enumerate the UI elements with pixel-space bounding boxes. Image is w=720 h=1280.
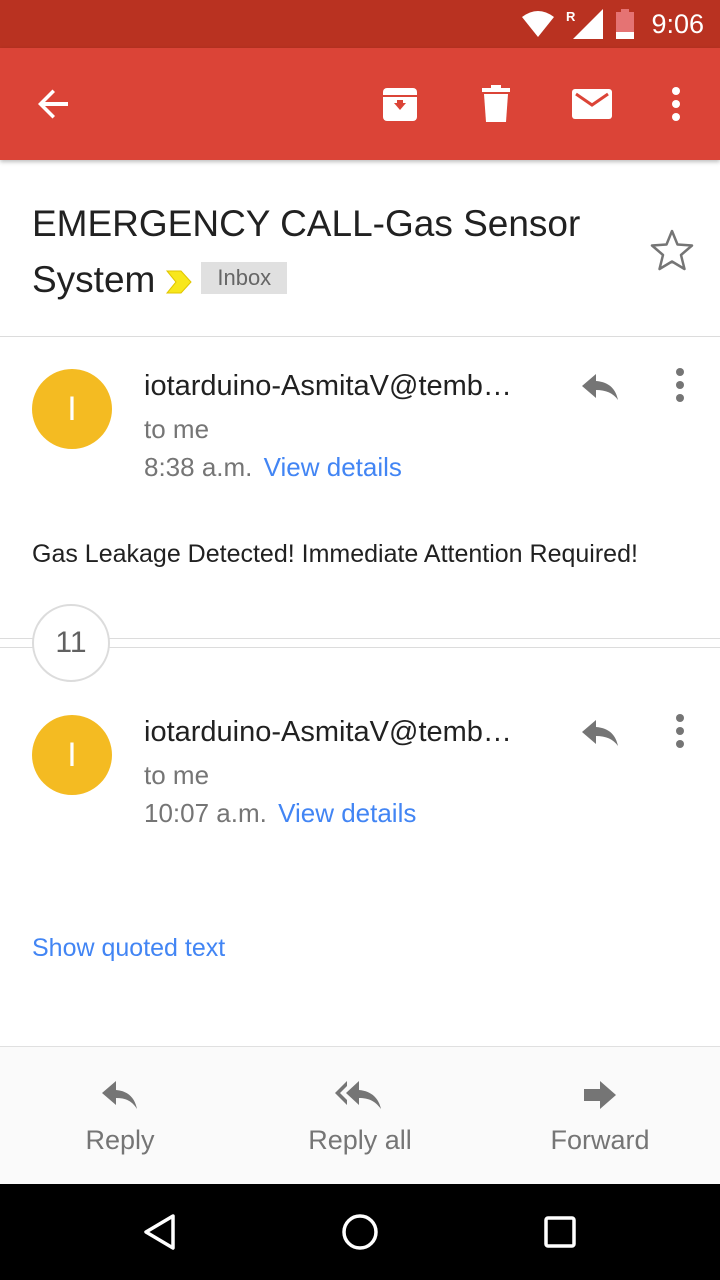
reply-all-icon (335, 1081, 381, 1109)
message-time: 10:07 a.m. (144, 798, 267, 828)
home-circle-icon (342, 1214, 378, 1250)
show-quoted-text-link[interactable]: Show quoted text (32, 934, 225, 963)
message-meta: 10:07 a.m. View details (144, 798, 416, 829)
sender-avatar[interactable]: I (32, 715, 112, 795)
nav-home-button[interactable] (332, 1204, 388, 1260)
reply-all-label: Reply all (308, 1125, 412, 1155)
sender-avatar[interactable]: I (32, 369, 112, 449)
signal-roaming-icon: R (566, 9, 604, 39)
wifi-icon (522, 11, 555, 37)
message-body: Gas Leakage Detected! Immediate Attentio… (32, 540, 638, 568)
back-triangle-icon (144, 1214, 175, 1250)
reply-all-button[interactable]: Reply all (240, 1047, 480, 1185)
email-subject: EMERGENCY CALL-Gas Sensor System Inbox (32, 196, 612, 308)
overflow-menu-button[interactable] (648, 76, 704, 132)
forward-label: Forward (550, 1125, 650, 1155)
back-arrow-icon (38, 89, 68, 119)
star-button[interactable] (648, 226, 696, 274)
subject-text: EMERGENCY CALL-Gas Sensor System (32, 203, 581, 300)
forward-button[interactable]: Forward (480, 1047, 720, 1185)
sender-name[interactable]: iotarduino-AsmitaV@temb… (144, 370, 544, 403)
delete-icon (482, 85, 510, 122)
recipient-text: to me (144, 760, 210, 790)
reply-icon[interactable] (576, 708, 624, 756)
reply-button[interactable]: Reply (0, 1047, 240, 1185)
action-bar: Reply Reply all Forward (0, 1046, 720, 1184)
back-button[interactable] (26, 76, 82, 132)
nav-back-button[interactable] (132, 1204, 188, 1260)
mark-unread-icon (572, 89, 612, 119)
battery-low-icon (616, 9, 635, 39)
message-more-icon[interactable] (660, 360, 700, 408)
mark-unread-button[interactable] (564, 76, 620, 132)
archive-button[interactable] (372, 76, 428, 132)
inbox-label-chip[interactable]: Inbox (201, 262, 288, 295)
more-vert-icon (672, 87, 680, 121)
message-time: 8:38 a.m. (144, 452, 253, 482)
collapsed-messages-count[interactable]: 11 (32, 604, 110, 682)
view-details-link[interactable]: View details (264, 452, 402, 482)
status-icons: R 9:06 (521, 0, 704, 48)
message-meta: 8:38 a.m. View details (144, 452, 402, 483)
reply-icon[interactable] (576, 362, 624, 410)
delete-button[interactable] (468, 76, 524, 132)
reply-label: Reply (85, 1125, 155, 1155)
sender-name[interactable]: iotarduino-AsmitaV@temb… (144, 716, 544, 749)
message-more-icon[interactable] (660, 706, 700, 754)
toolbar (0, 48, 720, 160)
roaming-label: R (566, 9, 576, 24)
view-details-link[interactable]: View details (278, 798, 416, 828)
system-nav-bar (0, 1184, 720, 1280)
status-time: 9:06 (651, 8, 704, 39)
archive-icon (383, 88, 417, 121)
header-divider (0, 336, 720, 337)
star-outline-icon (650, 229, 694, 271)
recipient-text: to me (144, 414, 210, 444)
recents-square-icon (544, 1216, 576, 1248)
reply-icon (102, 1081, 137, 1109)
importance-marker-icon[interactable] (165, 268, 193, 296)
nav-recents-button[interactable] (532, 1204, 588, 1260)
forward-arrow-icon (584, 1081, 616, 1109)
status-bar: R 9:06 (0, 0, 720, 48)
